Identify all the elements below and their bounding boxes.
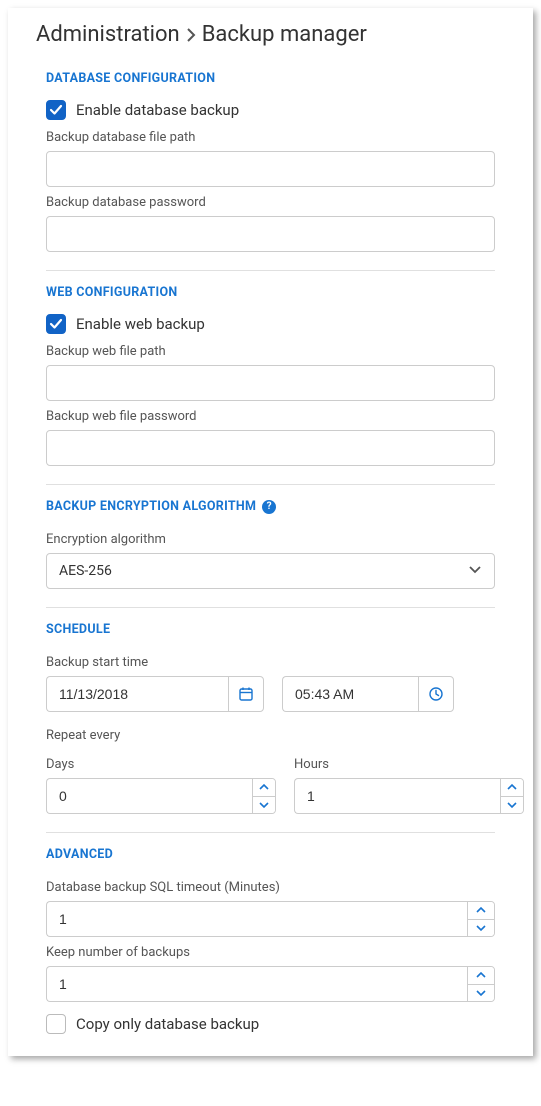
encryption-algo-select[interactable]: AES-256	[46, 553, 495, 589]
enable-web-backup-checkbox[interactable]	[46, 314, 66, 334]
days-increment-button[interactable]	[253, 779, 275, 797]
db-password-input[interactable]	[46, 216, 495, 252]
encryption-algo-value: AES-256	[59, 563, 112, 579]
breadcrumb-parent[interactable]: Administration	[36, 22, 180, 47]
section-title-web: WEB CONFIGURATION	[46, 271, 495, 310]
copy-only-label: Copy only database backup	[76, 1015, 259, 1033]
section-title-advanced: ADVANCED	[46, 833, 495, 872]
clock-icon	[428, 686, 444, 702]
hours-label: Hours	[294, 757, 524, 772]
breadcrumb-current: Backup manager	[202, 22, 367, 47]
days-input[interactable]	[46, 778, 252, 814]
section-title-database: DATABASE CONFIGURATION	[46, 57, 495, 96]
sql-timeout-label: Database backup SQL timeout (Minutes)	[46, 880, 495, 895]
web-path-input[interactable]	[46, 365, 495, 401]
section-title-schedule: SCHEDULE	[46, 608, 495, 647]
backup-start-time-label: Backup start time	[46, 655, 495, 670]
web-password-label: Backup web file password	[46, 409, 495, 424]
calendar-button[interactable]	[228, 676, 264, 712]
breadcrumb: Administration Backup manager	[8, 8, 533, 57]
days-decrement-button[interactable]	[253, 797, 275, 814]
db-path-input[interactable]	[46, 151, 495, 187]
keep-backups-input[interactable]	[46, 966, 467, 1002]
web-path-label: Backup web file path	[46, 344, 495, 359]
help-icon[interactable]: ?	[262, 500, 276, 514]
sql-timeout-input[interactable]	[46, 901, 467, 937]
enable-web-backup-label: Enable web backup	[76, 315, 205, 333]
db-path-label: Backup database file path	[46, 130, 495, 145]
sql-timeout-increment-button[interactable]	[468, 902, 494, 920]
chevron-down-icon	[468, 563, 482, 579]
chevron-right-icon	[186, 23, 196, 47]
keep-backups-decrement-button[interactable]	[468, 985, 494, 1002]
keep-backups-label: Keep number of backups	[46, 945, 495, 960]
sql-timeout-decrement-button[interactable]	[468, 920, 494, 937]
enable-database-backup-checkbox[interactable]	[46, 100, 66, 120]
encryption-algo-label: Encryption algorithm	[46, 532, 495, 547]
calendar-icon	[238, 686, 254, 702]
web-password-input[interactable]	[46, 430, 495, 466]
repeat-every-label: Repeat every	[46, 728, 495, 743]
hours-increment-button[interactable]	[501, 779, 523, 797]
copy-only-checkbox[interactable]	[46, 1014, 66, 1034]
encryption-title-text: BACKUP ENCRYPTION ALGORITHM	[46, 499, 256, 514]
enable-database-backup-label: Enable database backup	[76, 101, 239, 119]
db-password-label: Backup database password	[46, 195, 495, 210]
hours-decrement-button[interactable]	[501, 797, 523, 814]
backup-date-input[interactable]	[46, 676, 228, 712]
hours-input[interactable]	[294, 778, 500, 814]
days-label: Days	[46, 757, 276, 772]
clock-button[interactable]	[418, 676, 454, 712]
keep-backups-increment-button[interactable]	[468, 967, 494, 985]
section-title-encryption: BACKUP ENCRYPTION ALGORITHM ?	[46, 485, 495, 524]
backup-time-input[interactable]	[282, 676, 418, 712]
